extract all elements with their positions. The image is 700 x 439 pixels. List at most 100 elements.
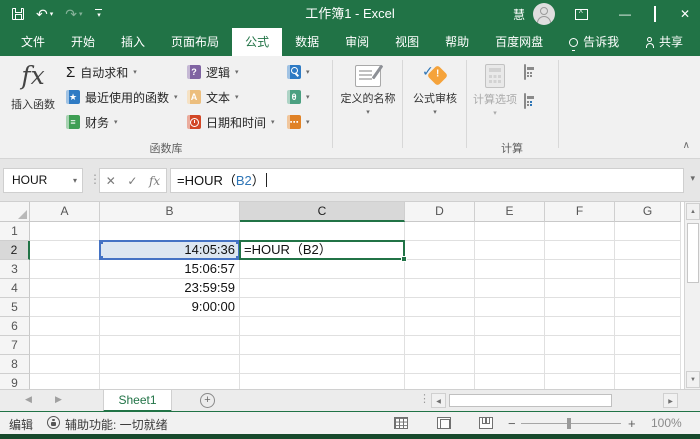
cell-B7[interactable] bbox=[100, 336, 240, 355]
cell-D4[interactable] bbox=[405, 279, 475, 298]
maximize-button[interactable] bbox=[640, 6, 670, 22]
cell-G5[interactable] bbox=[615, 298, 681, 317]
separator-dots-icon[interactable]: ⋮ bbox=[419, 392, 430, 405]
scroll-left-icon[interactable]: ◀ bbox=[431, 393, 446, 408]
cell-C4[interactable] bbox=[240, 279, 405, 298]
row-header-8[interactable]: 8 bbox=[0, 355, 30, 374]
ribbon-button-book-theta-icon[interactable]: θ ▾ bbox=[287, 87, 310, 107]
select-all-corner[interactable] bbox=[0, 202, 30, 222]
scroll-down-icon[interactable]: ▼ bbox=[686, 371, 700, 388]
vertical-scrollbar[interactable]: ▲ ▼ bbox=[684, 202, 700, 389]
cell-D7[interactable] bbox=[405, 336, 475, 355]
cell-C9[interactable] bbox=[240, 374, 405, 389]
column-header-C[interactable]: C bbox=[240, 202, 405, 222]
tab-帮助[interactable]: 帮助 bbox=[432, 28, 482, 56]
column-header-A[interactable]: A bbox=[30, 202, 100, 222]
row-header-5[interactable]: 5 bbox=[0, 298, 30, 317]
calculation-options-button[interactable]: 计算选项 ▾ bbox=[469, 59, 521, 149]
cell-D9[interactable] bbox=[405, 374, 475, 389]
name-box[interactable]: HOUR ▾ bbox=[3, 168, 83, 193]
cell-G3[interactable] bbox=[615, 260, 681, 279]
row-header-9[interactable]: 9 bbox=[0, 374, 30, 389]
row-header-6[interactable]: 6 bbox=[0, 317, 30, 336]
ribbon-display-options-icon[interactable] bbox=[575, 8, 588, 20]
cell-B8[interactable] bbox=[100, 355, 240, 374]
row-header-2[interactable]: 2 bbox=[0, 241, 30, 260]
cell-F7[interactable] bbox=[545, 336, 615, 355]
cell-D5[interactable] bbox=[405, 298, 475, 317]
cell-E4[interactable] bbox=[475, 279, 545, 298]
cell-D2[interactable] bbox=[405, 241, 475, 260]
horizontal-scroll-thumb[interactable] bbox=[449, 394, 612, 407]
tab-数据[interactable]: 数据 bbox=[282, 28, 332, 56]
ribbon-button-自动求和[interactable]: Σ 自动求和 ▾ bbox=[66, 62, 137, 82]
scroll-right-icon[interactable]: ▶ bbox=[663, 393, 678, 408]
tab-开始[interactable]: 开始 bbox=[58, 28, 108, 56]
cell-E3[interactable] bbox=[475, 260, 545, 279]
tab-页面布局[interactable]: 页面布局 bbox=[158, 28, 232, 56]
cell-A8[interactable] bbox=[30, 355, 100, 374]
tab-文件[interactable]: 文件 bbox=[8, 28, 58, 56]
cell-D6[interactable] bbox=[405, 317, 475, 336]
calculate-now-button[interactable] bbox=[524, 64, 526, 80]
tab-共享[interactable]: 共享 bbox=[633, 28, 696, 56]
cell-E7[interactable] bbox=[475, 336, 545, 355]
page-layout-view-button[interactable] bbox=[437, 417, 451, 429]
tab-公式[interactable]: 公式 bbox=[232, 28, 283, 56]
cell-F2[interactable] bbox=[545, 241, 615, 260]
cell-C1[interactable] bbox=[240, 222, 405, 241]
cell-A1[interactable] bbox=[30, 222, 100, 241]
tab-告诉我[interactable]: 告诉我 bbox=[556, 28, 632, 56]
cell-value-B3[interactable]: 15:06:57 bbox=[100, 260, 240, 279]
cell-B9[interactable] bbox=[100, 374, 240, 389]
sheet-nav-left-icon[interactable]: ◀ bbox=[25, 394, 32, 405]
ribbon-button-最近使用的函数[interactable]: ★ 最近使用的函数 ▾ bbox=[66, 87, 178, 107]
expand-formula-bar-icon[interactable]: ▾ bbox=[690, 173, 695, 184]
cell-E8[interactable] bbox=[475, 355, 545, 374]
cell-D8[interactable] bbox=[405, 355, 475, 374]
ribbon-button-book-search-icon[interactable]: ▾ bbox=[287, 62, 310, 82]
cell-A5[interactable] bbox=[30, 298, 100, 317]
cell-G8[interactable] bbox=[615, 355, 681, 374]
sheet-nav-right-icon[interactable]: ▶ bbox=[55, 394, 62, 405]
cell-B1[interactable] bbox=[100, 222, 240, 241]
zoom-slider-thumb[interactable] bbox=[567, 418, 571, 429]
cell-D3[interactable] bbox=[405, 260, 475, 279]
cell-F9[interactable] bbox=[545, 374, 615, 389]
collapse-ribbon-icon[interactable]: ∧ bbox=[683, 140, 690, 151]
cell-G1[interactable] bbox=[615, 222, 681, 241]
scroll-up-icon[interactable]: ▲ bbox=[686, 203, 700, 220]
zoom-out-button[interactable]: − bbox=[508, 416, 516, 431]
cell-D1[interactable] bbox=[405, 222, 475, 241]
zoom-slider-track[interactable] bbox=[521, 423, 621, 424]
ribbon-button-逻辑[interactable]: ? 逻辑 ▾ bbox=[187, 62, 239, 82]
minimize-button[interactable]: — bbox=[610, 7, 640, 21]
row-header-3[interactable]: 3 bbox=[0, 260, 30, 279]
column-header-D[interactable]: D bbox=[405, 202, 475, 222]
cell-C3[interactable] bbox=[240, 260, 405, 279]
zoom-in-button[interactable]: + bbox=[628, 416, 636, 431]
cell-C7[interactable] bbox=[240, 336, 405, 355]
cell-C8[interactable] bbox=[240, 355, 405, 374]
column-header-B[interactable]: B bbox=[100, 202, 240, 222]
formula-auditing-button[interactable]: ✓ 公式审核 ▾ bbox=[406, 59, 464, 149]
normal-view-button[interactable] bbox=[394, 417, 408, 429]
column-header-E[interactable]: E bbox=[475, 202, 545, 222]
cell-G6[interactable] bbox=[615, 317, 681, 336]
cell-E5[interactable] bbox=[475, 298, 545, 317]
ribbon-button-日期和时间[interactable]: 日期和时间 ▾ bbox=[187, 112, 275, 132]
row-header-1[interactable]: 1 bbox=[0, 222, 30, 241]
new-sheet-button[interactable]: + bbox=[200, 393, 215, 408]
cell-F4[interactable] bbox=[545, 279, 615, 298]
tab-审阅[interactable]: 审阅 bbox=[332, 28, 382, 56]
formula-input[interactable]: =HOUR（B2） bbox=[170, 168, 684, 193]
cell-value-B5[interactable]: 9:00:00 bbox=[100, 298, 240, 317]
cell-G4[interactable] bbox=[615, 279, 681, 298]
ribbon-button-book-more-icon[interactable]: ⋯ ▾ bbox=[287, 112, 310, 132]
cell-value-B4[interactable]: 23:59:59 bbox=[100, 279, 240, 298]
cancel-icon[interactable]: ✕ bbox=[106, 174, 116, 188]
avatar[interactable] bbox=[533, 3, 555, 25]
insert-function-icon[interactable]: fx bbox=[149, 174, 160, 188]
cell-A9[interactable] bbox=[30, 374, 100, 389]
cell-F5[interactable] bbox=[545, 298, 615, 317]
